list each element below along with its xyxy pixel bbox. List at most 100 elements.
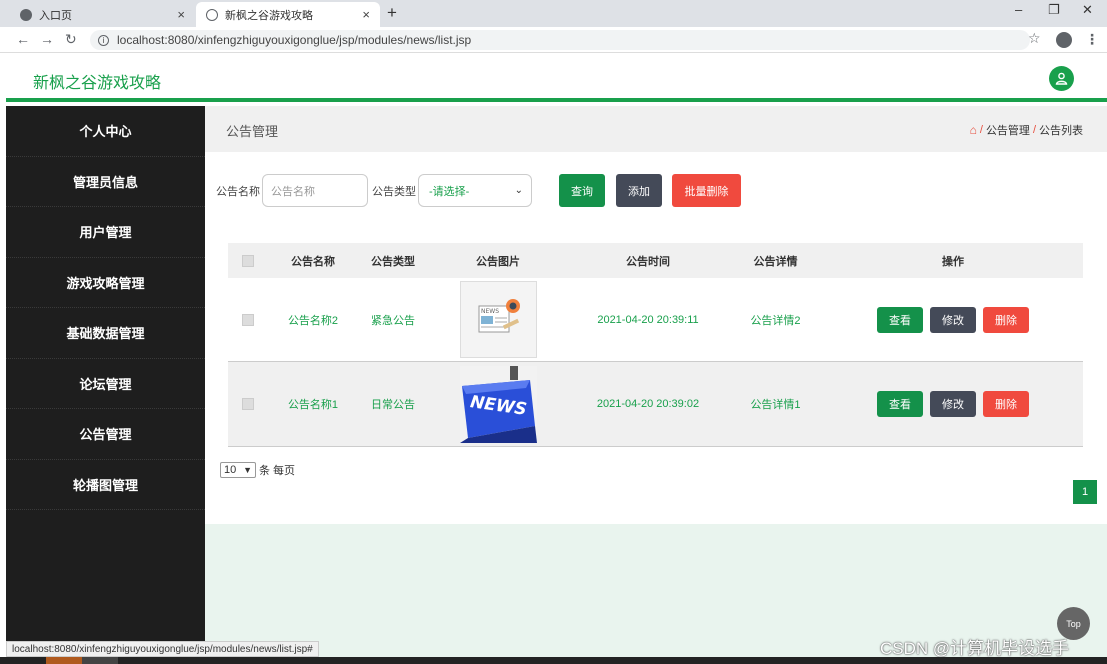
per-page-label: 条 每页: [259, 465, 296, 477]
news-logo-text: NEWS: [481, 308, 499, 315]
address-bar-row: ← → ↻ i localhost:8080/xinfengzhiguyouxi…: [0, 27, 1107, 53]
row-checkbox[interactable]: [242, 398, 254, 410]
sidebar-item-carousel[interactable]: 轮播图管理: [6, 460, 205, 510]
page-size-value: 10: [224, 464, 237, 476]
select-all-cell: [228, 254, 268, 267]
select-all-checkbox[interactable]: [242, 254, 254, 267]
tab-label: 入口页: [39, 9, 72, 22]
edit-button[interactable]: 修改: [930, 306, 976, 333]
delete-button[interactable]: 删除: [983, 391, 1029, 417]
breadcrumb-item-current: 公告列表: [1039, 125, 1083, 137]
watermark: CSDN @计算机毕设选手: [880, 639, 1070, 658]
home-icon[interactable]: ⌂: [970, 123, 977, 137]
breadcrumb: ⌂ / 公告管理 / 公告列表: [970, 122, 1083, 138]
header-actions: 操作: [942, 255, 964, 268]
browser-tab-active[interactable]: 新枫之谷游戏攻略 ×: [196, 2, 380, 27]
name-search-input[interactable]: 公告名称: [262, 174, 368, 207]
sidebar-item-guide-management[interactable]: 游戏攻略管理: [6, 258, 205, 308]
cell-time: 2021-04-20 20:39:11: [597, 313, 699, 326]
header-image: 公告图片: [476, 255, 520, 268]
browser-menu-icon[interactable]: ⋮: [1085, 31, 1099, 48]
cell-name: 公告名称1: [287, 399, 339, 411]
minimize-icon[interactable]: –: [1015, 2, 1022, 17]
sidebar-item-user-management[interactable]: 用户管理: [6, 207, 205, 258]
close-tab-icon[interactable]: ×: [177, 7, 185, 22]
app-header: 新枫之谷游戏攻略: [6, 55, 1107, 102]
content-panel: 公告名称 公告名称 公告类型 -请选择- ⌄ 查询 添加 批量删除 公告名称 公…: [205, 152, 1107, 524]
back-arrow-icon[interactable]: ←: [16, 31, 30, 47]
close-tab-icon[interactable]: ×: [362, 7, 370, 22]
type-select-value: -请选择-: [429, 185, 470, 198]
new-tab-button[interactable]: +: [387, 3, 397, 23]
edit-button[interactable]: 修改: [930, 391, 976, 417]
cell-image: NEWS: [428, 281, 568, 358]
name-label: 公告名称: [216, 185, 260, 198]
user-avatar-icon[interactable]: [1049, 66, 1074, 91]
row-checkbox[interactable]: [242, 313, 254, 326]
cell-image: NEWS: [428, 365, 568, 443]
header-time: 公告时间: [626, 255, 670, 268]
url-field[interactable]: i localhost:8080/xinfengzhiguyouxigonglu…: [90, 30, 1030, 50]
page-size-select[interactable]: 10 ▼: [220, 462, 256, 478]
taskbar-app[interactable]: [82, 657, 118, 664]
sidebar-item-announcements[interactable]: 公告管理: [6, 409, 205, 460]
view-button[interactable]: 查看: [877, 391, 923, 417]
batch-delete-button[interactable]: 批量删除: [672, 174, 741, 207]
sidebar-item-base-data[interactable]: 基础数据管理: [6, 308, 205, 359]
cell-detail[interactable]: 公告详情2: [728, 312, 823, 328]
browser-tab-strip: 入口页 × 新枫之谷游戏攻略 × + – ❐ ✕: [0, 0, 1107, 27]
bookmark-star-icon[interactable]: ☆: [1028, 30, 1041, 47]
news-key-illustration: NEWS: [459, 365, 537, 443]
url-text: localhost:8080/xinfengzhiguyouxigonglue/…: [117, 33, 472, 47]
sidebar-item-personal-center[interactable]: 个人中心: [6, 106, 205, 157]
type-label: 公告类型: [372, 185, 416, 198]
type-select[interactable]: -请选择- ⌄: [418, 174, 532, 207]
taskbar-app[interactable]: [46, 657, 82, 664]
query-button[interactable]: 查询: [559, 174, 605, 207]
cell-detail[interactable]: 公告详情1: [728, 396, 823, 412]
chevron-down-icon: ▼: [243, 465, 252, 475]
os-taskbar: [0, 657, 1107, 664]
close-window-icon[interactable]: ✕: [1082, 2, 1093, 18]
news-thumbnail[interactable]: NEWS: [459, 365, 537, 443]
page-title: 公告管理: [226, 124, 279, 139]
delete-button[interactable]: 删除: [983, 306, 1029, 333]
browser-profile-icon[interactable]: [1056, 32, 1072, 48]
sidebar: 个人中心 管理员信息 用户管理 游戏攻略管理 基础数据管理 论坛管理 公告管理 …: [6, 106, 205, 658]
header-name: 公告名称: [291, 255, 335, 268]
status-bar-url: localhost:8080/xinfengzhiguyouxigonglue/…: [6, 641, 319, 657]
table-header: 公告名称 公告类型 公告图片 公告时间 公告详情 操作: [228, 243, 1083, 278]
page-button-current[interactable]: 1: [1073, 480, 1097, 504]
forward-arrow-icon[interactable]: →: [40, 31, 54, 47]
restore-icon[interactable]: ❐: [1048, 2, 1060, 18]
tab-label: 新枫之谷游戏攻略: [225, 9, 313, 22]
info-icon[interactable]: i: [98, 34, 109, 46]
chevron-down-icon: ⌄: [514, 185, 523, 196]
page-header-bar: 公告管理 ⌂ / 公告管理 / 公告列表: [205, 106, 1107, 152]
sidebar-item-admin-info[interactable]: 管理员信息: [6, 157, 205, 207]
sidebar-item-forum[interactable]: 论坛管理: [6, 359, 205, 409]
cell-actions: 查看 修改 删除: [823, 391, 1083, 417]
news-thumbnail[interactable]: NEWS: [459, 281, 537, 358]
cell-actions: 查看 修改 删除: [823, 306, 1083, 333]
row-select-cell: [228, 313, 268, 326]
main-area: 公告管理 ⌂ / 公告管理 / 公告列表 公告名称 公告名称 公告类型 -请选择…: [205, 106, 1107, 658]
breadcrumb-item[interactable]: 公告管理: [986, 122, 1030, 138]
search-form: 公告名称 公告名称 公告类型 -请选择- ⌄ 查询 添加 批量删除: [216, 174, 741, 207]
page-size-control: 10 ▼ 条 每页: [220, 462, 295, 478]
announcement-table: 公告名称 公告类型 公告图片 公告时间 公告详情 操作 公告名称2 紧急公告 N…: [228, 243, 1083, 447]
view-button[interactable]: 查看: [877, 306, 923, 333]
globe-icon: [20, 8, 32, 21]
breadcrumb-separator: /: [979, 124, 983, 136]
table-row: 公告名称2 紧急公告 NEWS 2021-04-20 20:39:11 公告详情…: [228, 278, 1083, 362]
cell-name: 公告名称2: [287, 314, 339, 327]
app-title: 新枫之谷游戏攻略: [33, 75, 162, 92]
add-button[interactable]: 添加: [616, 174, 662, 207]
reload-icon[interactable]: ↻: [65, 31, 77, 48]
site-icon: [206, 8, 218, 21]
row-select-cell: [228, 398, 268, 410]
cell-type: 紧急公告: [371, 314, 415, 327]
table-row: 公告名称1 日常公告 NEWS 2021-04-20 20:39:02 公告详情…: [228, 362, 1083, 447]
breadcrumb-separator: /: [1032, 124, 1036, 136]
browser-tab-entry[interactable]: 入口页 ×: [10, 2, 195, 27]
